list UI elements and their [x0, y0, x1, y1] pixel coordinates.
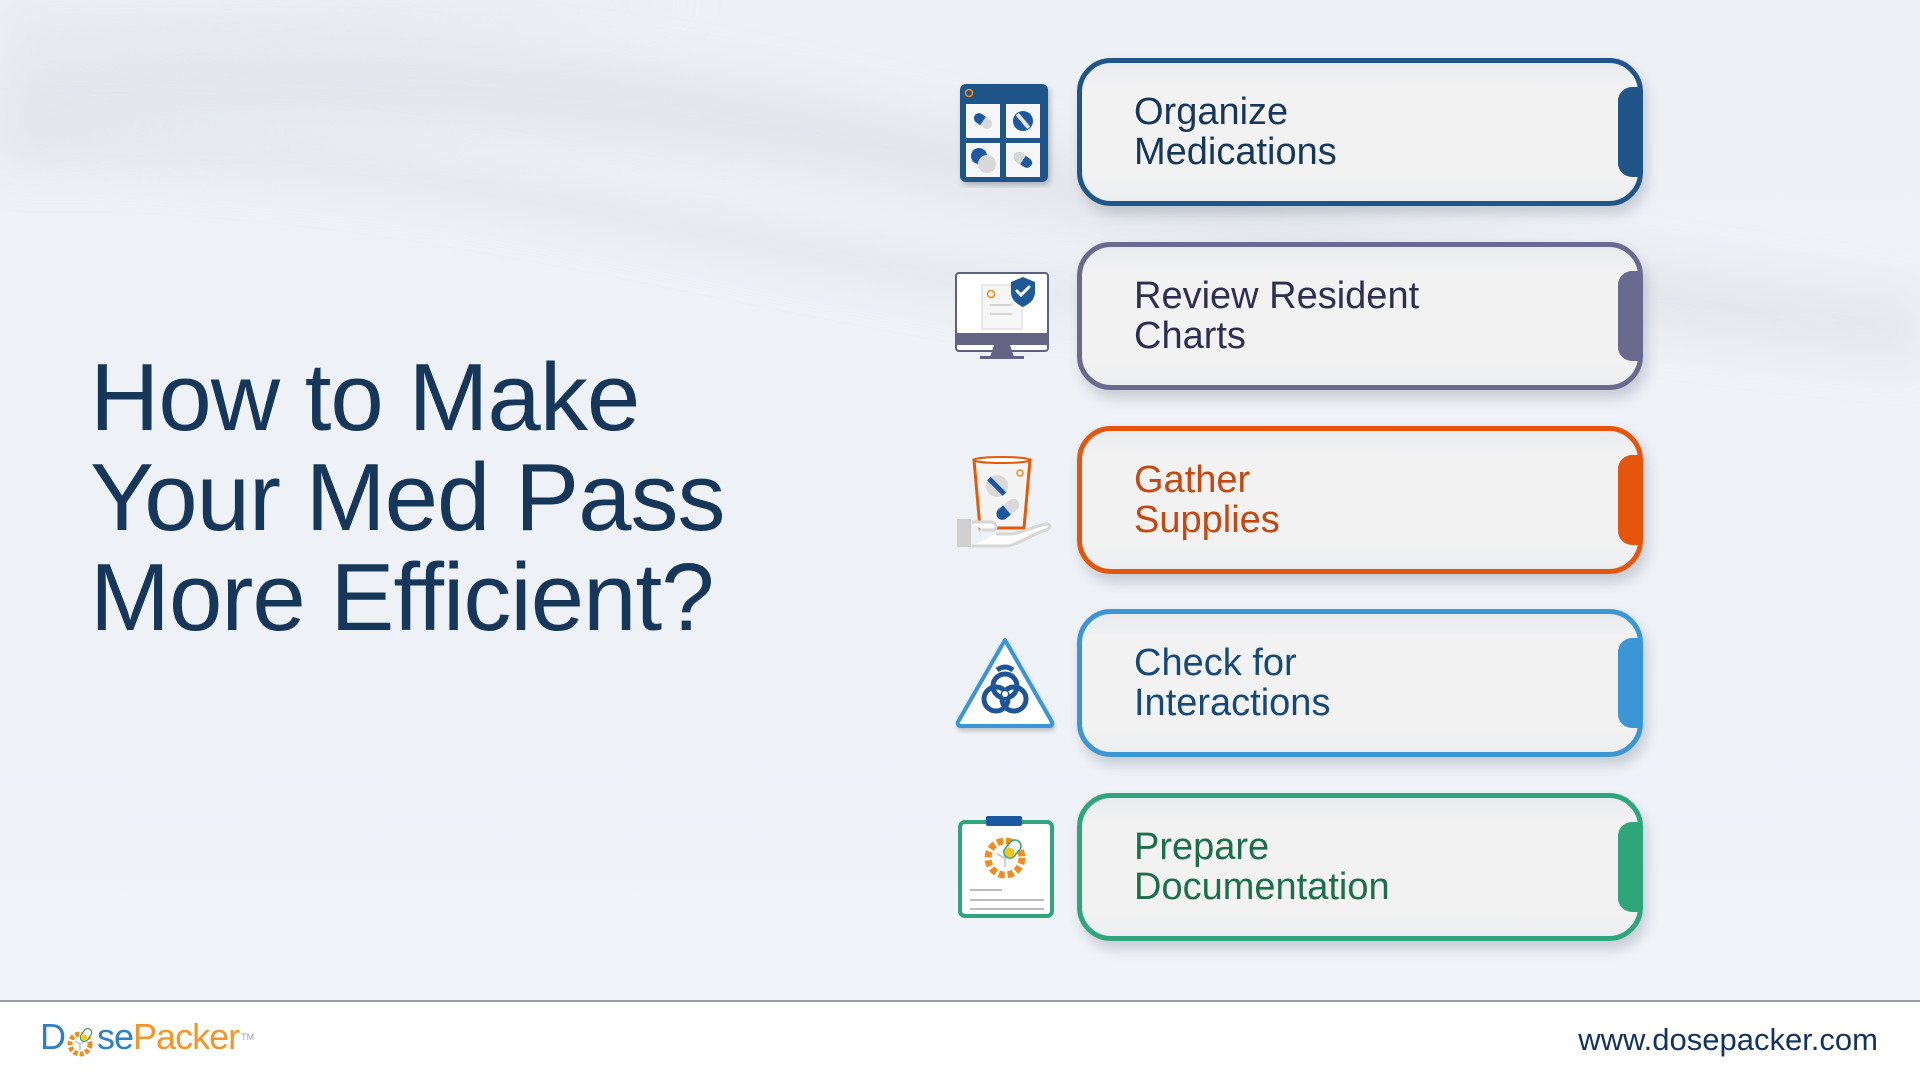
trademark: TM	[241, 1032, 255, 1042]
step-label-line: Medications	[1134, 131, 1337, 173]
hand-pill-cup-icon	[952, 448, 1058, 554]
step-label-line: Documentation	[1134, 866, 1390, 908]
page-title: How to Make Your Med Pass More Efficient…	[90, 348, 870, 648]
step-label: Prepare Documentation	[1134, 827, 1390, 907]
title-line: How to Make	[90, 344, 640, 451]
logo-text-se: se	[97, 1016, 134, 1057]
step-label: Review Resident Charts	[1134, 276, 1419, 356]
card-tab-accent	[1618, 638, 1640, 728]
dosepacker-logo: D se Packer TM	[40, 1016, 255, 1057]
step-label-line: Check for	[1134, 642, 1297, 684]
step-label-line: Organize	[1134, 91, 1289, 133]
card-tab-accent	[1618, 455, 1640, 545]
logo-text-packer: Packer	[133, 1016, 240, 1057]
card-tab-accent	[1618, 822, 1640, 912]
step-label-line: Review Resident	[1134, 275, 1420, 317]
monitor-chart-shield-icon	[952, 263, 1058, 369]
step-label-line: Prepare	[1134, 826, 1270, 868]
step-card-gather-supplies: Gather Supplies	[1077, 426, 1643, 574]
title-line: More Efficient?	[90, 544, 715, 651]
step-card-prepare-documentation: Prepare Documentation	[1077, 793, 1643, 941]
step-label-line: Supplies	[1134, 499, 1280, 541]
step-label-line: Interactions	[1134, 682, 1331, 724]
gear-pill-icon	[66, 1027, 96, 1057]
logo-text-d: D	[40, 1016, 66, 1057]
step-card-review-resident-charts: Review Resident Charts	[1077, 242, 1643, 390]
step-label-line: Gather	[1134, 459, 1251, 501]
biohazard-warning-icon	[952, 634, 1058, 740]
website-url[interactable]: www.dosepacker.com	[1578, 1022, 1878, 1058]
step-label: Check for Interactions	[1134, 643, 1330, 723]
step-label-line: Charts	[1134, 315, 1246, 357]
title-line: Your Med Pass	[90, 444, 725, 551]
step-label: Gather Supplies	[1134, 460, 1280, 540]
step-card-organize-medications: Organize Medications	[1077, 58, 1643, 206]
step-card-check-for-interactions: Check for Interactions	[1077, 609, 1643, 757]
card-tab-accent	[1618, 271, 1640, 361]
clipboard-document-icon	[952, 812, 1058, 918]
card-tab-accent	[1618, 87, 1640, 177]
step-label: Organize Medications	[1134, 92, 1337, 172]
pill-organizer-icon	[952, 82, 1058, 188]
